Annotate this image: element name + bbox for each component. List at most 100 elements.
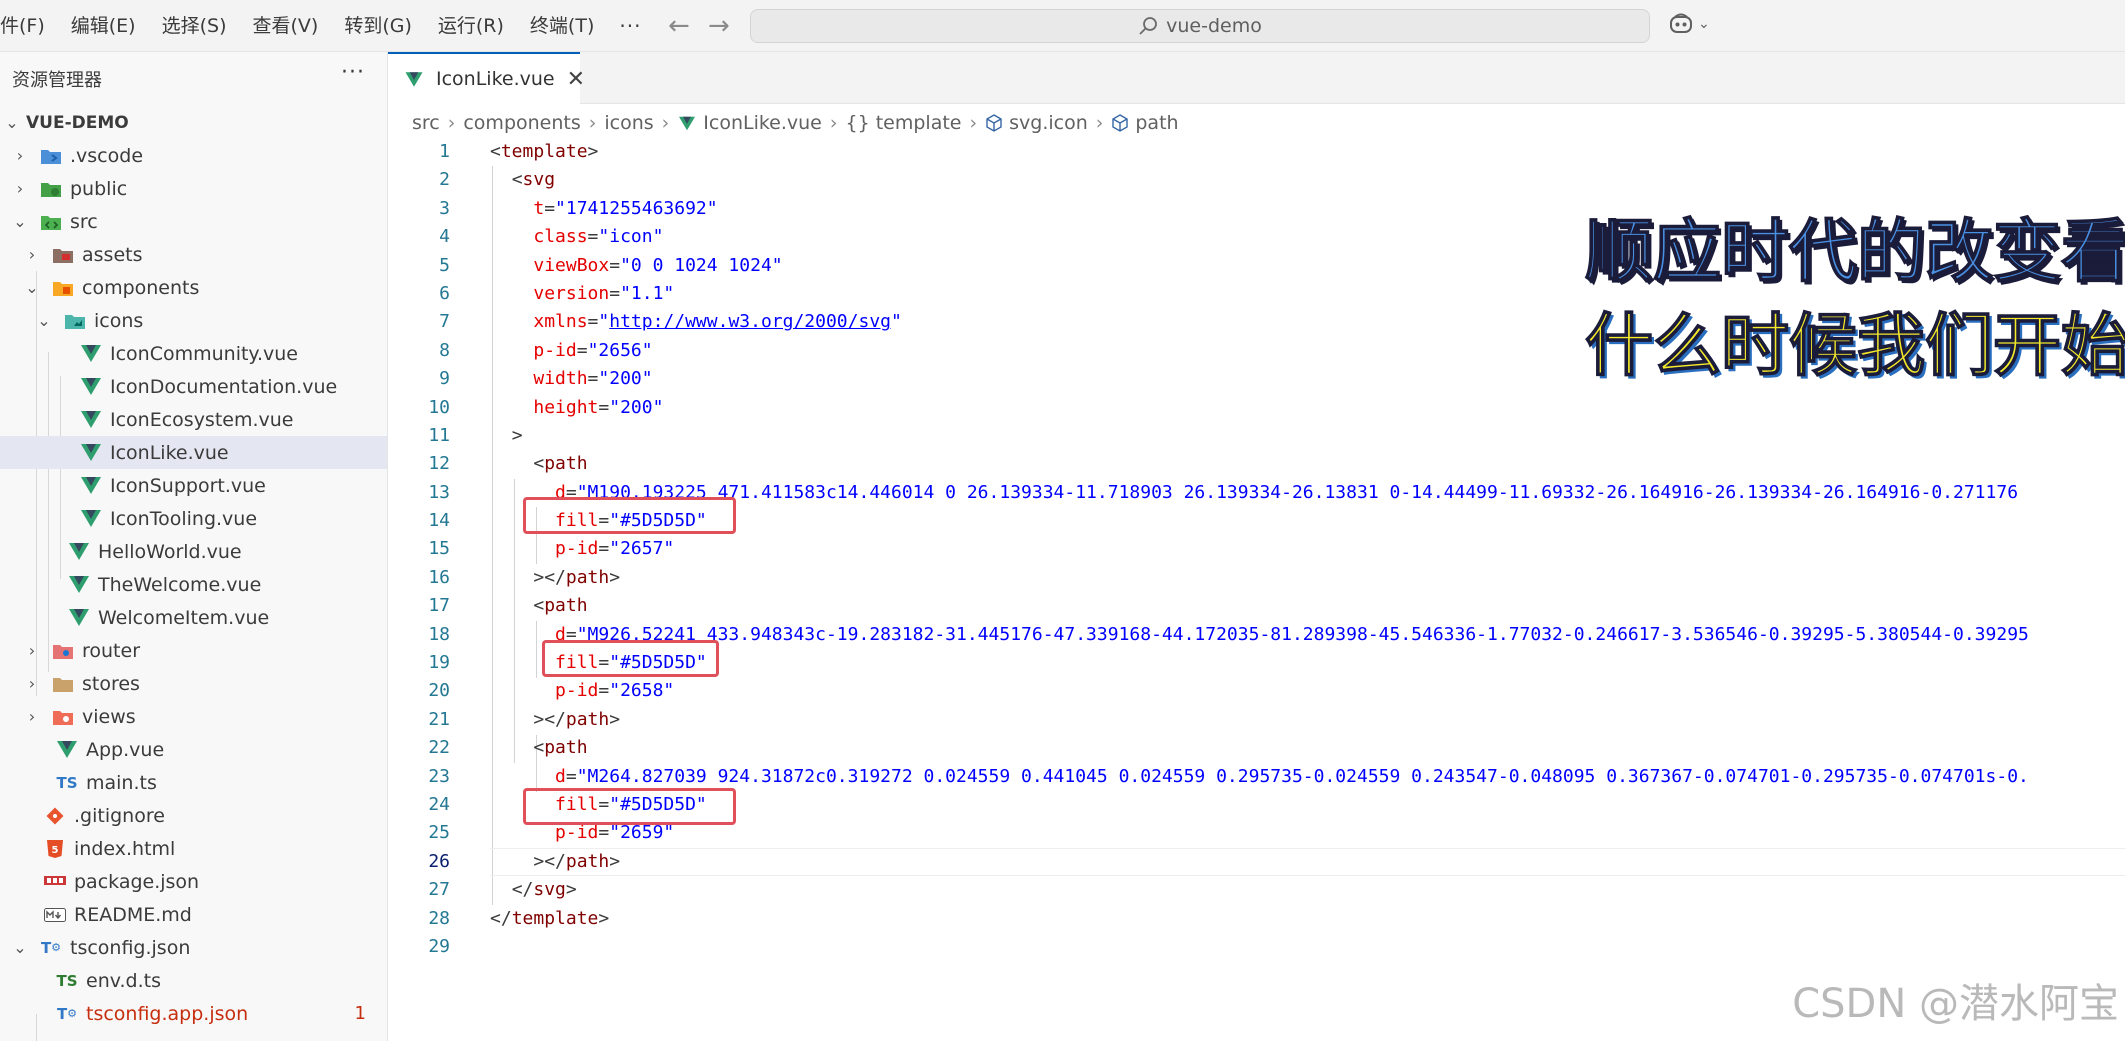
close-icon[interactable]: ✕ bbox=[567, 67, 585, 92]
tree-item-stores[interactable]: › stores bbox=[0, 667, 387, 700]
breadcrumb-template[interactable]: {} template bbox=[846, 112, 962, 134]
vue-file-icon bbox=[68, 574, 90, 596]
tree-item-assets[interactable]: › assets bbox=[0, 238, 387, 271]
line-number: 20 bbox=[428, 680, 450, 702]
line-number: 1 bbox=[439, 141, 450, 162]
overlay-caption-line2: 什么时候我们开始 bbox=[1584, 306, 2125, 387]
code-line[interactable]: 16 ></path> bbox=[388, 564, 2125, 592]
code-text: xmlns="http://www.w3.org/2000/svg" bbox=[533, 311, 902, 333]
code-line[interactable]: 17 <path bbox=[388, 592, 2125, 620]
public-folder-icon bbox=[40, 178, 62, 200]
code-text: p-id="2656" bbox=[533, 339, 653, 361]
code-line[interactable]: 22 <path bbox=[388, 734, 2125, 762]
code-line[interactable]: 10 height="200" bbox=[388, 394, 2125, 422]
explorer-more-button[interactable]: ··· bbox=[341, 60, 365, 85]
chevron-right-icon: › bbox=[588, 112, 597, 134]
tree-item-main-ts[interactable]: TS main.ts bbox=[0, 766, 387, 799]
code-line[interactable]: 23 d="M264.827039 924.31872c0.319272 0.0… bbox=[388, 763, 2125, 791]
tree-item-thewelcome[interactable]: TheWelcome.vue bbox=[0, 568, 387, 601]
tree-item-icondocumentation[interactable]: IconDocumentation.vue bbox=[0, 370, 387, 403]
chevron-down-icon: ⌄ bbox=[13, 212, 27, 231]
file-tree: ⌄ VUE-DEMO › .vscode › public ⌄ src › as… bbox=[0, 106, 387, 1030]
menu-terminal[interactable]: 终端(T) bbox=[517, 0, 607, 52]
code-line[interactable]: 12 <path bbox=[388, 450, 2125, 478]
tree-item-public[interactable]: › public bbox=[0, 172, 387, 205]
breadcrumb-icons[interactable]: icons bbox=[604, 112, 653, 134]
tree-item-gitignore[interactable]: .gitignore bbox=[0, 799, 387, 832]
tree-item-iconsupport[interactable]: IconSupport.vue bbox=[0, 469, 387, 502]
menu-selection[interactable]: 选择(S) bbox=[149, 0, 240, 52]
line-number: 23 bbox=[428, 765, 450, 787]
breadcrumb-components[interactable]: components bbox=[463, 112, 580, 134]
forward-arrow-icon[interactable]: → bbox=[708, 10, 730, 42]
tree-item-icontooling[interactable]: IconTooling.vue bbox=[0, 502, 387, 535]
menu-go[interactable]: 转到(G) bbox=[331, 0, 425, 52]
tree-item-tsconfig-app[interactable]: T ⚙ tsconfig.app.json 1 bbox=[0, 997, 387, 1030]
back-arrow-icon[interactable]: ← bbox=[668, 10, 690, 42]
code-text: <path bbox=[533, 737, 588, 759]
vue-file-icon bbox=[80, 442, 102, 464]
tree-item-icons[interactable]: ⌄ icons bbox=[0, 304, 387, 337]
line-number: 21 bbox=[428, 708, 450, 730]
tree-item-src[interactable]: ⌄ src bbox=[0, 205, 387, 238]
code-line[interactable]: 28 </template> bbox=[388, 905, 2125, 933]
code-line[interactable]: 21 ></path> bbox=[388, 706, 2125, 734]
command-center-search[interactable]: vue-demo bbox=[750, 9, 1650, 43]
tree-root-vue-demo[interactable]: ⌄ VUE-DEMO bbox=[0, 106, 387, 139]
editor-tab-bar: IconLike.vue ✕ bbox=[388, 52, 2125, 104]
breadcrumb-svg-icon[interactable]: svg.icon bbox=[1009, 112, 1088, 134]
tree-item-views[interactable]: › views bbox=[0, 700, 387, 733]
code-line[interactable]: 27 </svg> bbox=[388, 876, 2125, 904]
code-text: t="1741255463692" bbox=[533, 197, 718, 219]
markdown-icon bbox=[44, 904, 66, 926]
code-line[interactable]: 29 bbox=[388, 933, 2125, 961]
tree-item-helloworld[interactable]: HelloWorld.vue bbox=[0, 535, 387, 568]
line-number: 11 bbox=[428, 424, 450, 446]
watermark: CSDN @潜水阿宝 bbox=[1792, 981, 2119, 1027]
code-text: p-id="2657" bbox=[555, 538, 675, 560]
tree-item-welcomeitem[interactable]: WelcomeItem.vue bbox=[0, 601, 387, 634]
tree-item-package-json[interactable]: package.json bbox=[0, 865, 387, 898]
tree-item-iconlike[interactable]: IconLike.vue bbox=[0, 436, 387, 469]
code-line[interactable]: 20 p-id="2658" bbox=[388, 677, 2125, 705]
menu-view[interactable]: 查看(V) bbox=[240, 0, 332, 52]
line-number: 26 bbox=[428, 850, 450, 872]
tree-item-components[interactable]: ⌄ components bbox=[0, 271, 387, 304]
tree-item-index-html[interactable]: 5 index.html bbox=[0, 832, 387, 865]
code-text: height="200" bbox=[533, 396, 664, 418]
tree-item-vscode[interactable]: › .vscode bbox=[0, 139, 387, 172]
tree-item-readme[interactable]: README.md bbox=[0, 898, 387, 931]
code-text: <path bbox=[533, 595, 588, 617]
code-line[interactable]: 11 > bbox=[388, 422, 2125, 450]
tree-item-router[interactable]: › router bbox=[0, 634, 387, 667]
menu-run[interactable]: 运行(R) bbox=[425, 0, 517, 52]
code-line[interactable]: 15 p-id="2657" bbox=[388, 535, 2125, 563]
breadcrumb-path[interactable]: path bbox=[1135, 112, 1178, 134]
copilot-button[interactable]: ⌄ bbox=[1668, 12, 1710, 36]
menu-file[interactable]: 件(F) bbox=[0, 0, 58, 52]
menu-edit[interactable]: 编辑(E) bbox=[58, 0, 149, 52]
tree-item-app-vue[interactable]: App.vue bbox=[0, 733, 387, 766]
breadcrumb-src[interactable]: src bbox=[412, 112, 440, 134]
vscode-folder-icon bbox=[40, 145, 62, 167]
tree-item-iconcommunity[interactable]: IconCommunity.vue bbox=[0, 337, 387, 370]
svg-text:5: 5 bbox=[52, 845, 59, 856]
chevron-right-icon: › bbox=[28, 245, 36, 264]
tree-item-env-d-ts[interactable]: TS env.d.ts bbox=[0, 964, 387, 997]
components-folder-icon bbox=[52, 277, 74, 299]
code-line[interactable]: 1 <template> bbox=[388, 138, 2125, 166]
code-text: width="200" bbox=[533, 368, 653, 390]
chevron-right-icon: › bbox=[969, 112, 978, 134]
tree-item-tsconfig[interactable]: ⌄ T ⚙ tsconfig.json bbox=[0, 931, 387, 964]
tree-item-iconecosystem[interactable]: IconEcosystem.vue bbox=[0, 403, 387, 436]
cube-icon bbox=[985, 114, 1003, 132]
line-number: 9 bbox=[439, 368, 450, 390]
tree-root-label: VUE-DEMO bbox=[26, 112, 129, 133]
breadcrumb-file[interactable]: IconLike.vue bbox=[703, 112, 822, 134]
tab-iconlike-vue[interactable]: IconLike.vue ✕ bbox=[388, 52, 585, 104]
code-line[interactable]: 26 ></path> bbox=[388, 847, 2125, 877]
menu-more-button[interactable]: ··· bbox=[607, 0, 653, 52]
line-number: 2 bbox=[439, 169, 450, 191]
code-line[interactable]: 2 <svg bbox=[388, 166, 2125, 194]
router-folder-icon bbox=[52, 640, 74, 662]
